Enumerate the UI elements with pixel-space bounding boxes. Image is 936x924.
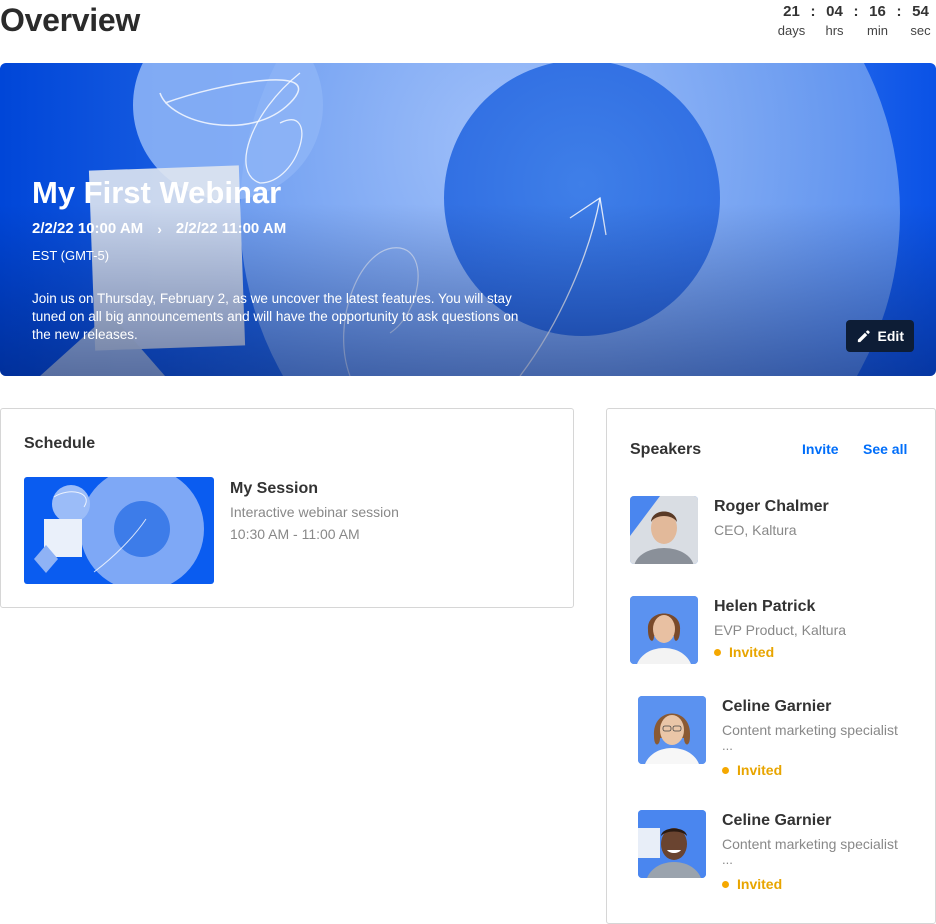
countdown-days: 21 days: [776, 4, 807, 39]
status-badge: Invited: [722, 876, 782, 892]
avatar: [630, 496, 698, 564]
schedule-title: Schedule: [24, 435, 96, 452]
session-description: Interactive webinar session: [230, 504, 399, 520]
countdown-minutes-label: min: [867, 23, 888, 38]
countdown-hours-value: 04: [826, 3, 843, 20]
event-description: Join us on Thursday, February 2, as we u…: [32, 291, 519, 342]
speakers-card: Speakers Invite See all Roger Chalmer CE…: [606, 408, 936, 924]
see-all-speakers-link[interactable]: See all: [863, 441, 907, 457]
session-time: 10:30 AM - 11:00 AM: [230, 526, 360, 542]
session-thumbnail-art: [34, 477, 204, 584]
speaker-role: Content marketing specialist: [722, 722, 898, 738]
page-title: Overview: [0, 2, 140, 38]
invite-speaker-link[interactable]: Invite: [802, 441, 839, 457]
event-title: My First Webinar: [32, 175, 282, 210]
speaker-name: Roger Chalmer: [714, 498, 829, 515]
avatar: [638, 696, 706, 764]
status-dot-icon: [714, 648, 721, 656]
edit-button-label: Edit: [877, 328, 904, 344]
speaker-name: Helen Patrick: [714, 598, 816, 615]
speaker-photo-icon: [630, 496, 698, 564]
countdown-hours-label: hrs: [825, 23, 844, 38]
speaker-role: EVP Product, Kaltura: [714, 622, 847, 638]
event-timezone: EST (GMT-5): [32, 248, 110, 263]
event-hero-banner: My First Webinar 2/2/22 10:00 AM › 2/2/2…: [0, 63, 936, 376]
speaker-role-overflow: ...: [722, 852, 733, 867]
session-name[interactable]: My Session: [230, 480, 318, 498]
avatar: [638, 810, 706, 878]
status-badge: Invited: [722, 762, 782, 778]
speaker-photo-icon: [638, 696, 706, 764]
chevron-right-icon: ›: [157, 220, 162, 237]
event-date-range: 2/2/22 10:00 AM › 2/2/22 11:00 AM: [32, 220, 286, 237]
speaker-photo-icon: [638, 810, 706, 878]
countdown-separator: :: [810, 3, 816, 20]
countdown-seconds-label: sec: [910, 23, 931, 38]
countdown-days-label: days: [777, 23, 806, 38]
countdown-minutes-value: 16: [869, 3, 886, 20]
speaker-photo-icon: [630, 596, 698, 664]
speakers-title: Speakers: [630, 441, 702, 458]
countdown-separator: :: [896, 3, 902, 20]
pencil-icon: [857, 329, 870, 342]
countdown-separator: :: [853, 3, 859, 20]
countdown-days-value: 21: [783, 3, 800, 20]
speaker-name: Celine Garnier: [722, 698, 832, 715]
speaker-name: Celine Garnier: [722, 812, 832, 829]
countdown-seconds: 54 sec: [905, 4, 936, 39]
schedule-card: Schedule My Session Interactive webinar …: [0, 408, 574, 608]
countdown-timer: 21 days : 04 hrs : 16 min : 54 sec: [776, 4, 936, 39]
countdown-hours: 04 hrs: [819, 4, 850, 39]
speaker-status-label: Invited: [737, 876, 783, 892]
countdown-seconds-value: 54: [912, 3, 929, 20]
status-dot-icon: [722, 766, 729, 774]
event-end-time: 2/2/22 11:00 AM: [175, 220, 287, 237]
speaker-role-overflow: ...: [722, 738, 733, 753]
countdown-minutes: 16 min: [862, 4, 893, 39]
avatar: [630, 596, 698, 664]
event-start-time: 2/2/22 10:00 AM: [32, 220, 144, 237]
speaker-status-label: Invited: [737, 762, 783, 778]
speaker-role: CEO, Kaltura: [714, 522, 797, 538]
speaker-status-label: Invited: [729, 644, 775, 660]
session-thumbnail[interactable]: [24, 477, 214, 584]
status-badge: Invited: [714, 644, 774, 660]
speaker-role: Content marketing specialist: [722, 836, 898, 852]
status-dot-icon: [722, 880, 729, 888]
edit-event-button[interactable]: Edit: [845, 320, 914, 352]
